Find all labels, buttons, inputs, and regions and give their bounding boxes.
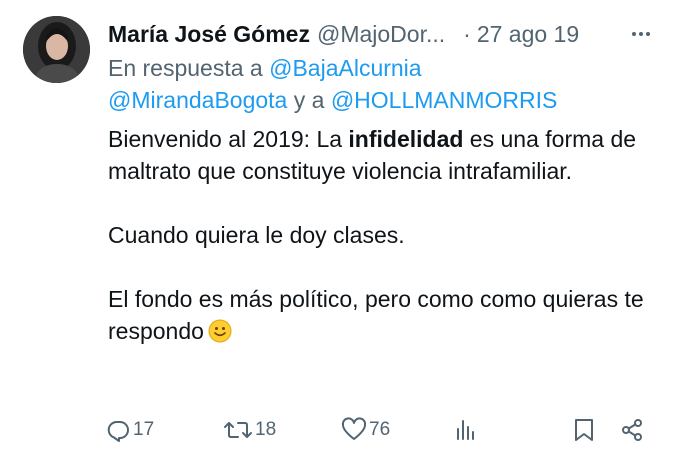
bold-text: infidelidad [348, 126, 464, 152]
like-button[interactable]: 76 [341, 412, 390, 448]
separator-dot: · [463, 20, 471, 47]
text-segment: El fondo es más político, pero como como… [108, 286, 644, 344]
tweet-paragraph: El fondo es más político, pero como como… [108, 283, 668, 347]
tweet-paragraph: Bienvenido al 2019: La infidelidad es un… [108, 123, 668, 187]
avatar-image [23, 16, 90, 83]
views-button[interactable] [453, 412, 479, 448]
action-bar: 17 18 76 [105, 412, 665, 448]
retweet-button[interactable]: 18 [223, 412, 276, 448]
tweet-header: María José Gómez @MajoDor... · 27 ago 19 [108, 17, 680, 51]
reply-count: 17 [133, 419, 155, 440]
tweet-text: Bienvenido al 2019: La infidelidad es un… [108, 123, 668, 347]
reply-conjunction: y a [293, 87, 325, 113]
reply-context: En respuesta a @BajaAlcurnia @MirandaBog… [108, 52, 668, 116]
like-icon [341, 417, 367, 440]
author-handle[interactable]: @MajoDor... [317, 21, 445, 48]
reply-prefix: En respuesta a [108, 55, 263, 81]
bookmark-button[interactable] [571, 412, 597, 448]
share-icon [622, 419, 642, 441]
retweet-icon [224, 422, 252, 438]
mention-link[interactable]: @BajaAlcurnia [269, 55, 421, 81]
reply-icon [107, 421, 129, 442]
bookmark-icon [575, 419, 593, 441]
reply-button[interactable]: 17 [105, 412, 154, 448]
avatar[interactable] [23, 16, 90, 83]
mention-link[interactable]: @HOLLMANMORRIS [331, 87, 558, 113]
tweet-paragraph: Cuando quiera le doy clases. [108, 222, 405, 248]
like-count: 76 [369, 419, 391, 440]
views-icon [457, 420, 474, 440]
mention-link[interactable]: @MirandaBogota [108, 87, 287, 113]
retweet-count: 18 [255, 419, 277, 440]
author-name[interactable]: María José Gómez [108, 21, 310, 48]
timestamp[interactable]: 27 ago 19 [477, 21, 579, 48]
smile-emoji-icon [208, 319, 232, 343]
text-segment: Bienvenido al 2019: La [108, 126, 349, 152]
more-icon[interactable] [632, 25, 656, 43]
share-button[interactable] [619, 412, 645, 448]
